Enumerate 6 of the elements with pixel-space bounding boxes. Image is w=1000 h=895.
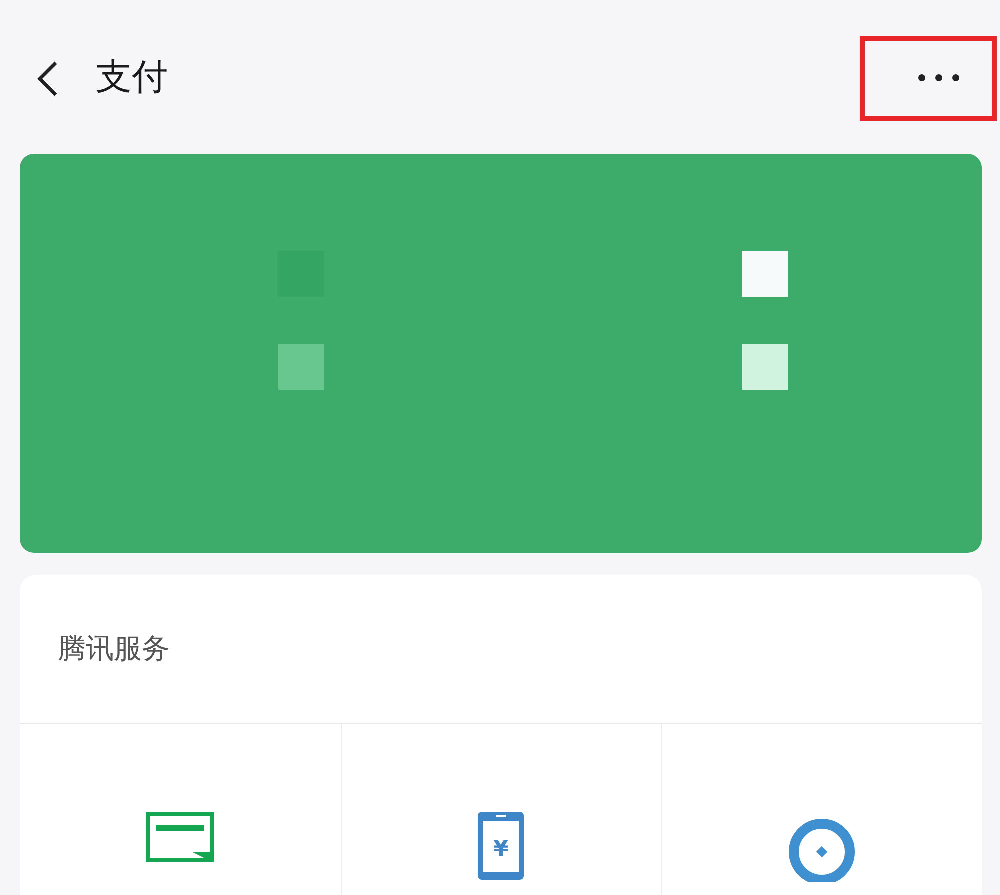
page-title: 支付 [96, 56, 168, 100]
section-title: 腾讯服务 [20, 575, 982, 724]
phone-icon[interactable]: ¥ [478, 812, 524, 880]
more-icon[interactable] [916, 73, 960, 83]
back-icon[interactable] [36, 59, 60, 99]
card-icon[interactable] [146, 812, 214, 864]
